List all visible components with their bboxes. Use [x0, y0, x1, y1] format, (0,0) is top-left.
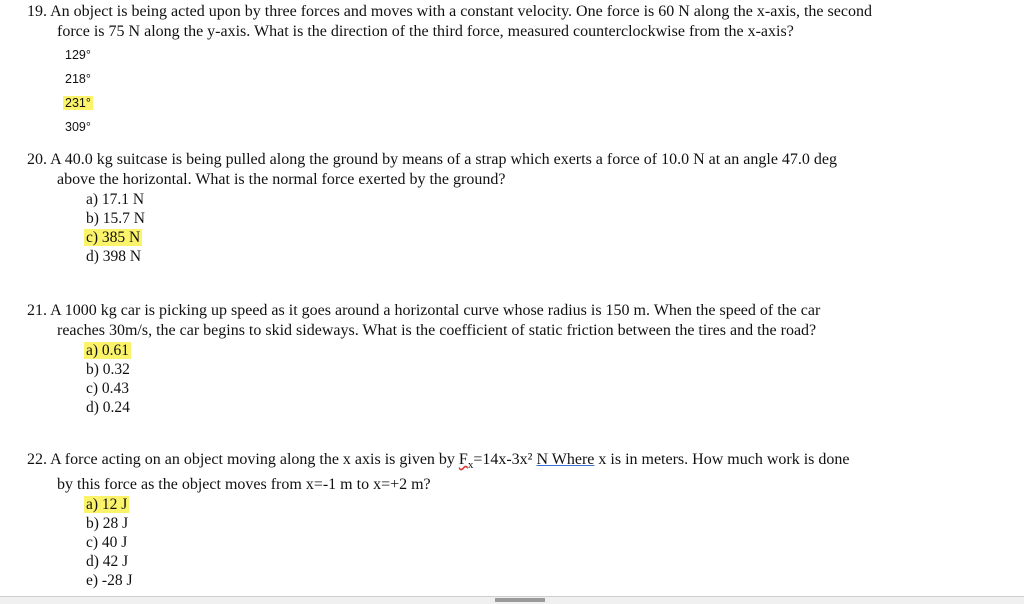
option-highlighted[interactable]: c) 385 N	[84, 228, 837, 247]
question-text: by this force as the object moves from x…	[57, 476, 431, 494]
question-text: A 40.0 kg suitcase is being pulled along…	[50, 151, 838, 168]
question-number: 21.	[27, 302, 47, 319]
question-number: 20.	[27, 151, 47, 168]
option[interactable]: c) 40 J	[84, 533, 849, 552]
option[interactable]: 309°	[63, 115, 872, 139]
question-text: A 1000 kg car is picking up speed as it …	[50, 302, 821, 319]
question-text: force is 75 N along the y-axis. What is …	[57, 23, 794, 40]
question-text: A force acting on an object moving along…	[50, 451, 459, 468]
force-symbol: Fx	[458, 451, 474, 472]
question-text: above the horizontal. What is the normal…	[57, 171, 506, 188]
option[interactable]: e) -28 J	[84, 571, 849, 590]
question-text: An object is being acted upon by three f…	[50, 3, 872, 20]
question-19: 19. An object is being acted upon by thr…	[27, 2, 872, 139]
option-highlighted[interactable]: a) 0.61	[84, 341, 820, 360]
option[interactable]: 218°	[63, 67, 872, 91]
question-20: 20. A 40.0 kg suitcase is being pulled a…	[27, 150, 837, 266]
option[interactable]: d) 0.24	[84, 398, 820, 417]
option[interactable]: b) 15.7 N	[84, 209, 837, 228]
option[interactable]: b) 28 J	[84, 514, 849, 533]
question-number: 22.	[27, 451, 47, 468]
option[interactable]: d) 42 J	[84, 552, 849, 571]
question-21: 21. A 1000 kg car is picking up speed as…	[27, 301, 820, 417]
option-highlighted[interactable]: 231°	[63, 91, 872, 115]
question-number: 19.	[27, 3, 47, 20]
option[interactable]: b) 0.32	[84, 360, 820, 379]
option[interactable]: 129°	[63, 43, 872, 67]
scrollbar-thumb[interactable]	[495, 598, 545, 602]
option[interactable]: c) 0.43	[84, 379, 820, 398]
option[interactable]: d) 398 N	[84, 247, 837, 266]
option-highlighted[interactable]: a) 12 J	[84, 495, 849, 514]
question-text: reaches 30m/s, the car begins to skid si…	[57, 322, 817, 339]
question-22: 22. A force acting on an object moving a…	[27, 451, 850, 590]
option[interactable]: a) 17.1 N	[84, 190, 837, 209]
grammar-flag: N Where	[536, 451, 595, 468]
